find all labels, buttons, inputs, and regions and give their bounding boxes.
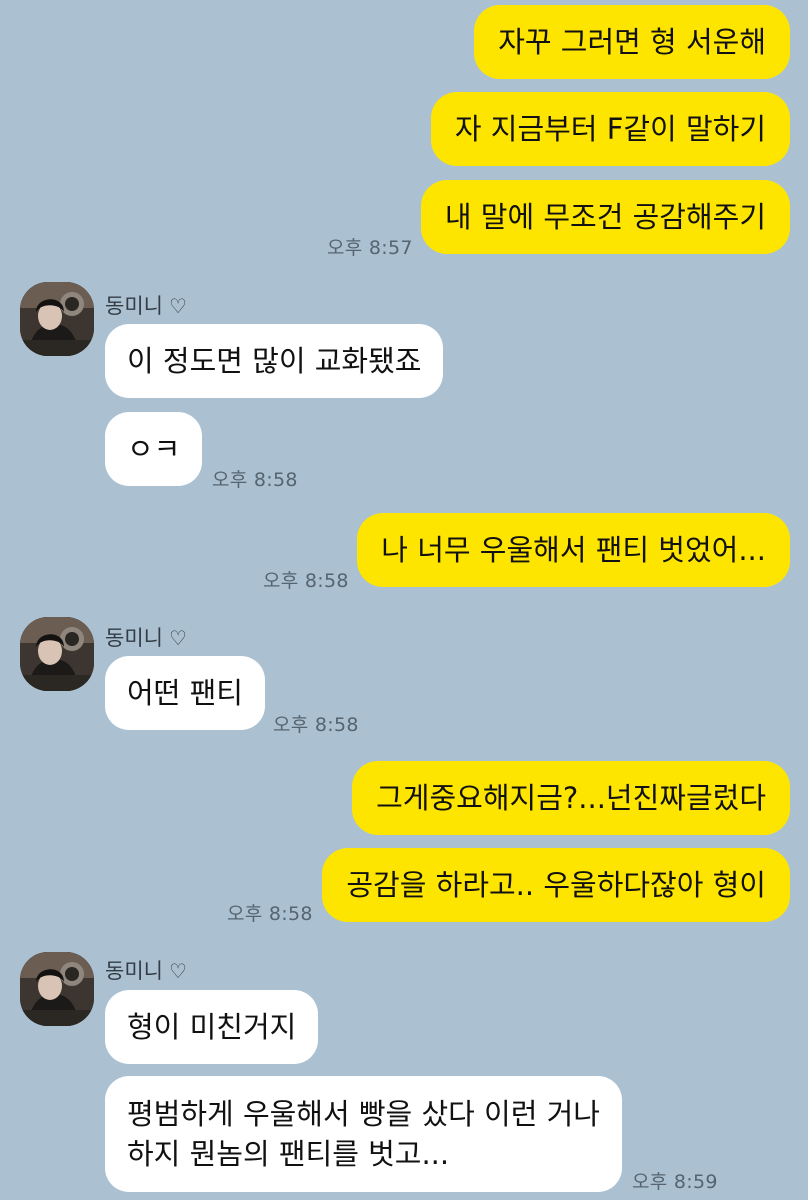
friend-message-bubble[interactable]: ㅇㅋ bbox=[105, 412, 203, 486]
friend-name-text: 동미니 bbox=[105, 959, 163, 983]
message-timestamp: 오후 8:58 bbox=[263, 570, 349, 592]
friend-avatar[interactable] bbox=[20, 952, 94, 1026]
friend-name-text: 동미니 bbox=[105, 626, 163, 650]
my-message-bubble[interactable]: 공감을 하라고.. 우울하다잖아 형이 bbox=[322, 848, 790, 922]
friend-name: 동미니 ♡ bbox=[105, 290, 187, 320]
friend-name-text: 동미니 bbox=[105, 294, 163, 318]
my-message-bubble[interactable]: 자꾸 그러면 형 서운해 bbox=[474, 5, 790, 79]
message-timestamp: 오후 8:58 bbox=[212, 469, 298, 491]
avatar-photo bbox=[20, 617, 94, 691]
friend-message-bubble[interactable]: 평범하게 우울해서 빵을 샀다 이런 거나 하지 뭔놈의 팬티를 벗고... bbox=[105, 1076, 622, 1192]
avatar-photo bbox=[20, 952, 94, 1026]
avatar-photo bbox=[20, 282, 94, 356]
my-message-bubble[interactable]: 내 말에 무조건 공감해주기 bbox=[420, 180, 790, 254]
friend-avatar[interactable] bbox=[20, 282, 94, 356]
message-timestamp: 오후 8:58 bbox=[227, 903, 313, 925]
message-timestamp: 오후 8:57 bbox=[327, 237, 413, 259]
heart-icon: ♡ bbox=[168, 959, 187, 983]
heart-icon: ♡ bbox=[168, 294, 187, 318]
my-message-bubble[interactable]: 나 너무 우울해서 팬티 벗었어... bbox=[357, 513, 790, 587]
friend-name: 동미니 ♡ bbox=[105, 622, 187, 652]
friend-avatar[interactable] bbox=[20, 617, 94, 691]
heart-icon: ♡ bbox=[168, 626, 187, 650]
my-message-bubble[interactable]: 그게중요해지금?...넌진짜글렀다 bbox=[352, 761, 790, 835]
my-message-bubble[interactable]: 자 지금부터 F같이 말하기 bbox=[430, 92, 790, 166]
message-timestamp: 오후 8:58 bbox=[273, 714, 359, 736]
friend-message-bubble[interactable]: 형이 미친거지 bbox=[105, 990, 319, 1064]
message-timestamp: 오후 8:59 bbox=[632, 1171, 718, 1193]
friend-message-bubble[interactable]: 이 정도면 많이 교화됐죠 bbox=[105, 324, 444, 398]
friend-name: 동미니 ♡ bbox=[105, 955, 187, 985]
friend-message-bubble[interactable]: 어떤 팬티 bbox=[105, 656, 265, 730]
